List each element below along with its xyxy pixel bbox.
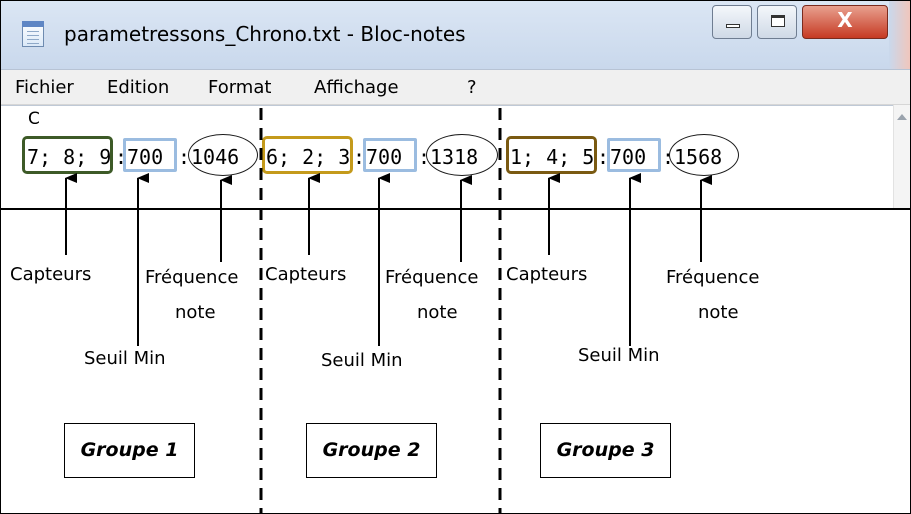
group3-frequency-label: Fréquence xyxy=(666,267,760,288)
group3-box: Groupe 3 xyxy=(540,423,671,478)
group3-threshold-label: Seuil Min xyxy=(578,345,660,366)
group1-threshold-label: Seuil Min xyxy=(84,348,166,369)
group1-box: Groupe 1 xyxy=(64,423,195,478)
group2-frequency-label: Fréquence xyxy=(385,267,479,288)
group2-frequency-note-label: note xyxy=(417,302,458,323)
group2-sensors-label: Capteurs xyxy=(265,264,347,285)
group2-threshold-label: Seuil Min xyxy=(321,350,403,371)
group1-sensors-label: Capteurs xyxy=(10,264,92,285)
group2-box: Groupe 2 xyxy=(306,423,437,478)
group1-frequency-note-label: note xyxy=(175,302,216,323)
group3-frequency-note-label: note xyxy=(698,302,739,323)
group3-sensors-label: Capteurs xyxy=(506,264,588,285)
group1-frequency-label: Fréquence xyxy=(145,267,239,288)
